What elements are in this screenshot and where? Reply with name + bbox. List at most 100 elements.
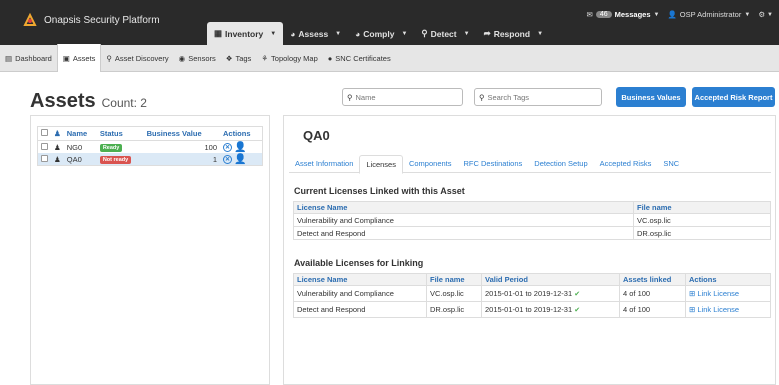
table-row[interactable]: ♟ NG0 Ready 100 ✕ 👤 [38, 141, 262, 154]
chevron-down-icon: ▼ [537, 30, 544, 37]
asset-name[interactable]: NG0 [64, 141, 97, 154]
name-search-input[interactable] [355, 92, 456, 102]
row-checkbox[interactable] [41, 142, 48, 150]
accepted-risk-report-button[interactable]: Accepted Risk Report [692, 87, 775, 107]
available-licenses-title: Available Licenses for Linking [294, 258, 424, 268]
business-values-button[interactable]: Business Values [616, 87, 686, 107]
nav-detect-label: Detect [430, 28, 457, 39]
current-licenses-table: License Name File name Vulnerability and… [293, 201, 771, 240]
subnav-topology-map-label: Topology Map [271, 53, 318, 63]
top-right-menu: ✉ 46 Messages ▼ 👤 OSP Administrator ▼ ⚙ … [587, 10, 773, 19]
tab-accepted-risks[interactable]: Accepted Risks [594, 155, 658, 172]
messages-label: Messages [614, 10, 651, 19]
chevron-down-icon: ▼ [767, 11, 773, 18]
available-licenses-table: License Name File name Valid Period Asse… [293, 273, 771, 318]
license-name: Vulnerability and Compliance [293, 285, 427, 302]
tags-search-field[interactable]: ⚲ [474, 88, 602, 106]
status-badge: Not ready [99, 156, 132, 164]
chevron-down-icon: ▼ [270, 30, 277, 37]
file-name: DR.osp.lic [426, 301, 482, 318]
arrow-icon: ➦ [483, 28, 491, 38]
subnav-snc-certificates[interactable]: ● SNC Certificates [323, 45, 396, 72]
tags-search-input[interactable] [487, 92, 597, 102]
user-icon[interactable]: 👤 [234, 155, 246, 165]
settings-menu[interactable]: ⚙ ▼ [758, 10, 773, 19]
subnav-topology-map[interactable]: ⚘ Topology Map [256, 45, 322, 72]
chevron-down-icon: ▼ [744, 11, 751, 18]
asset-name[interactable]: QA0 [63, 153, 97, 165]
nav-comply-label: Comply [363, 28, 395, 39]
select-all-header[interactable] [38, 127, 51, 141]
link-license-button[interactable]: ⊞ Link License [689, 305, 739, 314]
link-license-cell: ⊞ Link License [685, 285, 771, 302]
subnav-tags[interactable]: ❖ Tags [221, 45, 257, 72]
envelope-icon: ✉ [586, 10, 593, 19]
user-menu[interactable]: 👤 OSP Administrator ▼ [667, 10, 750, 19]
tab-asset-information[interactable]: Asset Information [289, 155, 359, 172]
monitor-icon: ▣ [62, 53, 70, 63]
main-nav: ▦ Inventory ▼ ◕ Assess ▼ ◕ Comply ▼ ⚲ De… [207, 22, 550, 45]
type-header: ♟ [51, 127, 64, 141]
current-licenses-title: Current Licenses Linked with this Asset [294, 186, 465, 196]
brand[interactable]: Onapsis Security Platform [22, 12, 160, 28]
user-icon: ♟ [54, 129, 61, 138]
select-all-checkbox[interactable] [41, 129, 48, 136]
valid-period-text: 2015-01-01 to 2019-12-31 [485, 305, 573, 314]
subnav-dashboard-label: Dashboard [15, 53, 52, 63]
gauge-icon: ◕ [355, 28, 361, 39]
tab-licenses[interactable]: Licenses [359, 155, 403, 174]
nav-respond[interactable]: ➦ Respond ▼ [477, 22, 550, 45]
search-icon: ⚲ [347, 92, 353, 102]
nav-detect[interactable]: ⚲ Detect ▼ [414, 22, 476, 45]
tab-detection-setup[interactable]: Detection Setup [528, 155, 593, 172]
table-row: Detect and Respond DR.osp.lic [293, 226, 771, 240]
license-name-header: License Name [293, 273, 427, 286]
check-circle-icon: ✔ [574, 291, 581, 298]
link-license-label: Link License [697, 305, 740, 314]
close-icon[interactable]: ✕ [223, 155, 233, 164]
subnav-dashboard[interactable]: ▤ Dashboard [0, 45, 57, 72]
license-name: Detect and Respond [293, 301, 427, 318]
link-license-button[interactable]: ⊞ Link License [689, 289, 739, 298]
nav-inventory-label: Inventory [225, 28, 264, 39]
subnav-assets[interactable]: ▣ Assets [56, 44, 102, 72]
plus-square-icon: ⊞ [689, 305, 696, 314]
gear-icon: ⚙ [758, 10, 766, 19]
chevron-down-icon: ▼ [335, 30, 342, 37]
nav-respond-label: Respond [493, 28, 531, 39]
asset-detail-title: QA0 [303, 128, 330, 143]
chevron-down-icon: ▼ [463, 30, 470, 37]
plus-square-icon: ⊞ [689, 289, 696, 298]
messages-menu[interactable]: ✉ 46 Messages ▼ [587, 10, 660, 19]
tab-components[interactable]: Components [403, 155, 458, 172]
table-header-row: ♟ Name Status Business Value Actions [38, 127, 262, 141]
user-icon[interactable]: 👤 [234, 143, 246, 153]
valid-period: 2015-01-01 to 2019-12-31 ✔ [481, 285, 620, 302]
eye-icon: ◉ [178, 53, 186, 63]
chevron-down-icon: ▼ [401, 30, 408, 37]
name-header[interactable]: Name [63, 127, 97, 141]
user-name: OSP Administrator [679, 10, 742, 19]
valid-period: 2015-01-01 to 2019-12-31 ✔ [481, 301, 620, 318]
system-icon: ♟ [54, 154, 61, 164]
table-header-row: License Name File name Valid Period Asse… [293, 273, 771, 286]
row-checkbox[interactable] [41, 154, 48, 162]
nav-inventory[interactable]: ▦ Inventory ▼ [207, 22, 284, 45]
name-search-field[interactable]: ⚲ [342, 88, 463, 106]
system-icon: ♟ [54, 142, 61, 152]
brand-name: Onapsis Security Platform [44, 14, 160, 26]
status-header[interactable]: Status [96, 127, 144, 141]
subnav-asset-discovery[interactable]: ⚲ Asset Discovery [101, 45, 173, 72]
certificate-icon: ● [327, 53, 333, 63]
nav-assess[interactable]: ◕ Assess ▼ [283, 22, 348, 45]
table-row[interactable]: ♟ QA0 Not ready 1 ✕ 👤 [38, 153, 262, 165]
subnav-sensors[interactable]: ◉ Sensors [174, 45, 221, 72]
business-value-header[interactable]: Business Value [143, 127, 221, 141]
tab-snc[interactable]: SNC [657, 155, 685, 172]
license-name: Detect and Respond [293, 226, 634, 240]
close-icon[interactable]: ✕ [223, 143, 233, 152]
nav-comply[interactable]: ◕ Comply ▼ [348, 22, 414, 45]
tab-rfc-destinations[interactable]: RFC Destinations [458, 155, 529, 172]
asset-count: Count: 2 [101, 96, 147, 110]
check-circle-icon: ✔ [574, 307, 581, 314]
